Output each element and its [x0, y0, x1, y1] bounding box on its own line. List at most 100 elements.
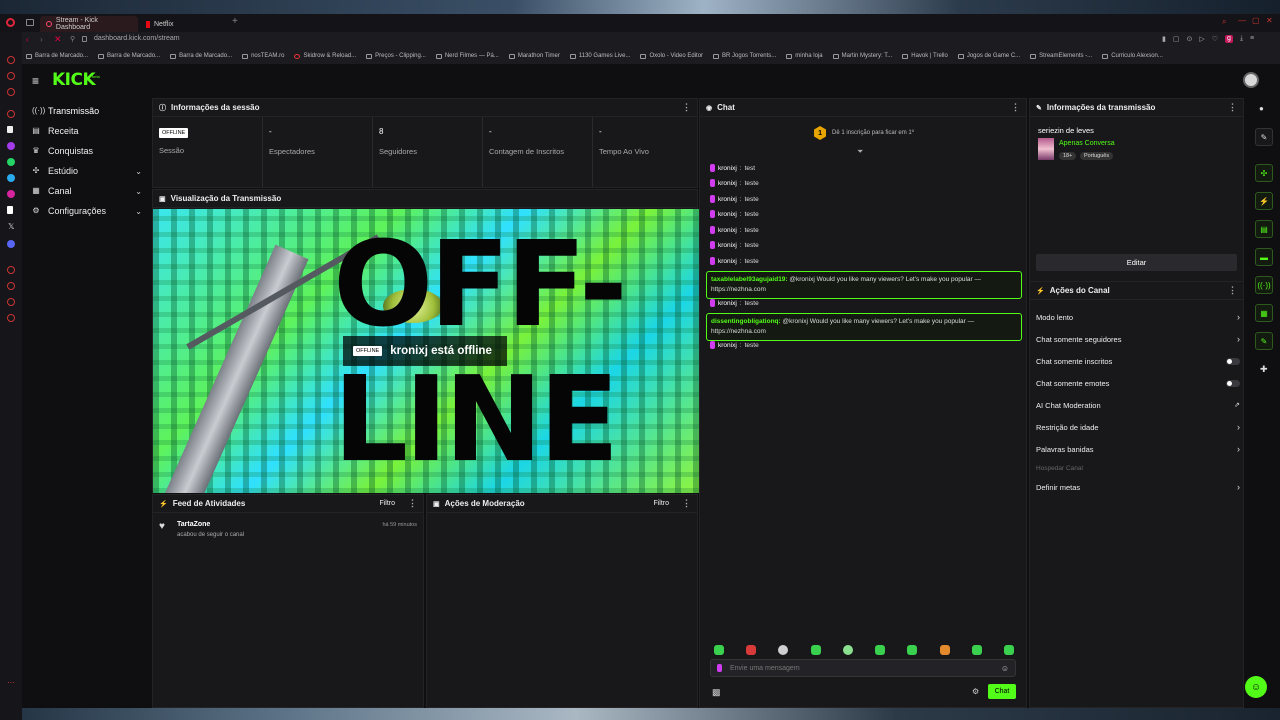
- kick-logo[interactable]: KICK: [52, 70, 96, 90]
- vpn-icon[interactable]: ⊙: [1186, 35, 1192, 43]
- x-twitter-icon[interactable]: 𝕏: [8, 222, 14, 231]
- bookmark-item[interactable]: Martin Mystery: T...: [832, 53, 892, 59]
- close-icon[interactable]: ✕: [1266, 16, 1273, 25]
- tab-kick-dashboard[interactable]: Stream - Kick Dashboard: [40, 16, 138, 32]
- category-link[interactable]: Apenas Conversa: [1059, 140, 1115, 147]
- kebab-menu-icon[interactable]: ⋮: [1011, 102, 1020, 113]
- emoji-icon[interactable]: ☺: [1001, 664, 1009, 673]
- heart-icon[interactable]: ♡: [1212, 35, 1218, 43]
- chevron-down-icon[interactable]: ⏷: [857, 147, 863, 157]
- sidebar-app-icon[interactable]: [7, 314, 15, 322]
- send-chat-button[interactable]: Chat: [988, 684, 1016, 699]
- bookmark-item[interactable]: 1130 Games Live...: [569, 53, 630, 59]
- emote-icon[interactable]: [714, 645, 724, 655]
- more-icon[interactable]: ⋯: [7, 678, 15, 687]
- bookmark-item[interactable]: Barra de Marcado...: [26, 53, 88, 59]
- sidebar-app-icon[interactable]: [7, 72, 15, 80]
- message-user[interactable]: taxablelabel93agujaid19:: [711, 276, 788, 283]
- action-followers-only[interactable]: Chat somente seguidores ›: [1036, 329, 1240, 349]
- telegram-icon[interactable]: [7, 174, 15, 182]
- instagram-icon[interactable]: [7, 190, 15, 198]
- maximize-icon[interactable]: ▢: [1252, 16, 1260, 25]
- search-tabs-icon[interactable]: ⌕: [1222, 17, 1226, 27]
- emote-icon[interactable]: [842, 645, 853, 655]
- chat-input-box[interactable]: Envie uma mensagem ☺: [710, 659, 1016, 677]
- kebab-menu-icon[interactable]: ⋮: [1228, 285, 1237, 296]
- action-slow-mode[interactable]: Modo lento ›: [1036, 307, 1240, 327]
- download-icon[interactable]: ⤓: [1240, 35, 1243, 43]
- help-chat-button[interactable]: ☺: [1245, 676, 1267, 698]
- emote-icon[interactable]: [810, 645, 821, 655]
- bookmark-item[interactable]: StreamElements -...: [1030, 53, 1092, 59]
- action-banned-words[interactable]: Palavras banidas ›: [1036, 439, 1240, 459]
- extension-icon[interactable]: g: [1225, 35, 1233, 43]
- address-input[interactable]: dashboard.kick.com/stream: [94, 35, 180, 42]
- emote-icon[interactable]: [746, 645, 757, 655]
- kebab-menu-icon[interactable]: ⋮: [682, 102, 691, 113]
- tab-overview-icon[interactable]: [26, 19, 34, 26]
- bookmark-item[interactable]: Jogos de Game C...: [957, 53, 1020, 59]
- back-icon[interactable]: ‹: [26, 35, 29, 44]
- whatsapp-icon[interactable]: [7, 158, 15, 166]
- wallet-tool-button[interactable]: ▦: [1255, 304, 1273, 322]
- emote-icon[interactable]: [778, 645, 789, 655]
- add-widget-icon[interactable]: ✚: [1260, 364, 1268, 375]
- bookmark-item[interactable]: minha loja: [786, 53, 823, 59]
- sidebar-app-icon[interactable]: [7, 298, 15, 306]
- new-tab-icon[interactable]: +: [232, 16, 238, 27]
- bookmark-icon[interactable]: ▮: [1162, 35, 1166, 43]
- nav-item-receita[interactable]: ▤ Receita: [22, 121, 142, 141]
- kebab-menu-icon[interactable]: ⋮: [408, 498, 417, 509]
- wrench-tool-button[interactable]: ✎: [1255, 332, 1273, 350]
- discord-icon[interactable]: [7, 240, 15, 248]
- bookmark-item[interactable]: Nerd Filmes — Pá...: [435, 53, 499, 59]
- chat-input-placeholder[interactable]: Envie uma mensagem: [730, 665, 800, 672]
- filter-button[interactable]: Filtro: [653, 500, 669, 507]
- bookmark-item[interactable]: Havok | Trello: [902, 53, 948, 59]
- bookmark-item[interactable]: Curriculo Alexson...: [1102, 53, 1163, 59]
- pinned-gift-banner[interactable]: 1 Dê 1 inscrição para ficar em 1º: [700, 125, 1028, 141]
- nav-item-transmissao[interactable]: ((·)) Transmissão: [22, 101, 142, 121]
- nav-item-estudio[interactable]: ✣ Estúdio ⌄: [22, 161, 142, 181]
- nav-item-canal[interactable]: ▦ Canal ⌄: [22, 181, 142, 201]
- sidebar-app-icon[interactable]: [7, 266, 15, 274]
- tiktok-icon[interactable]: [7, 206, 13, 214]
- gift-icon[interactable]: ▩: [712, 687, 721, 698]
- nav-item-configuracoes[interactable]: ⚙ Configurações ⌄: [22, 201, 142, 221]
- play-icon[interactable]: ▷: [1199, 35, 1204, 43]
- bookmark-item[interactable]: Barra de Marcado...: [170, 53, 232, 59]
- avatar[interactable]: [1243, 72, 1259, 88]
- nav-item-conquistas[interactable]: ♛ Conquistas: [22, 141, 142, 161]
- minimize-icon[interactable]: —: [1238, 16, 1246, 25]
- messenger-icon[interactable]: [7, 142, 15, 150]
- bookmark-item[interactable]: Preços - Clipping...: [366, 53, 426, 59]
- document-tool-button[interactable]: ▤: [1255, 220, 1273, 238]
- snapshot-icon[interactable]: ▢: [1173, 35, 1180, 43]
- edit-button[interactable]: Editar: [1036, 254, 1237, 271]
- action-age-restriction[interactable]: Restrição de idade ›: [1036, 417, 1240, 437]
- emote-icon[interactable]: [971, 645, 982, 655]
- kebab-menu-icon[interactable]: ⋮: [1228, 102, 1237, 113]
- tab-netflix[interactable]: Netflix: [140, 16, 232, 32]
- lightning-tool-button[interactable]: ⚡: [1255, 192, 1273, 210]
- action-ai-moderation[interactable]: AI Chat Moderation ⇗: [1036, 395, 1240, 415]
- tiktok-icon[interactable]: [7, 126, 13, 133]
- opera-logo-icon[interactable]: [6, 18, 15, 27]
- message-link[interactable]: https://nezhna.com: [711, 328, 766, 335]
- forward-icon[interactable]: ›: [40, 35, 43, 44]
- emote-icon[interactable]: [1003, 645, 1014, 655]
- sidebar-app-icon[interactable]: [7, 110, 15, 118]
- bookmark-item[interactable]: Barra de Marcado...: [98, 53, 160, 59]
- emote-icon[interactable]: [875, 645, 886, 655]
- info-icon[interactable]: ●: [1259, 104, 1264, 113]
- bookmark-item[interactable]: Oxolo - Video Editor: [640, 53, 703, 59]
- subscribers-only-toggle[interactable]: [1226, 357, 1240, 365]
- emote-icon[interactable]: [939, 645, 950, 655]
- message-link[interactable]: https://nezhna.com: [711, 286, 766, 293]
- menu-icon[interactable]: ≡: [1250, 35, 1254, 43]
- hamburger-menu-icon[interactable]: ≡: [32, 74, 39, 88]
- bookmark-item[interactable]: Skidrow & Reload...: [294, 53, 356, 59]
- chat-tool-button[interactable]: ▬: [1255, 248, 1273, 266]
- filter-button[interactable]: Filtro: [379, 500, 395, 507]
- message-user[interactable]: dissentingobligationq:: [711, 318, 781, 325]
